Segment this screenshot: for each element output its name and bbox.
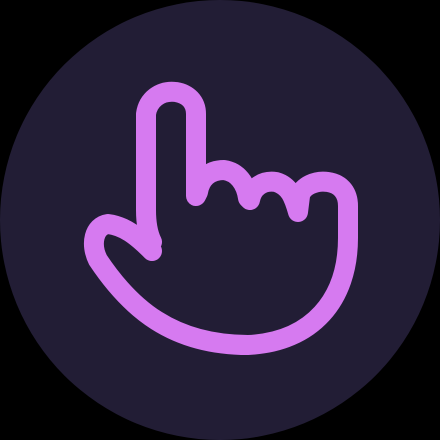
pointing-hand-icon	[83, 81, 358, 355]
hand-outline	[83, 81, 358, 355]
app-icon-canvas	[0, 0, 440, 440]
